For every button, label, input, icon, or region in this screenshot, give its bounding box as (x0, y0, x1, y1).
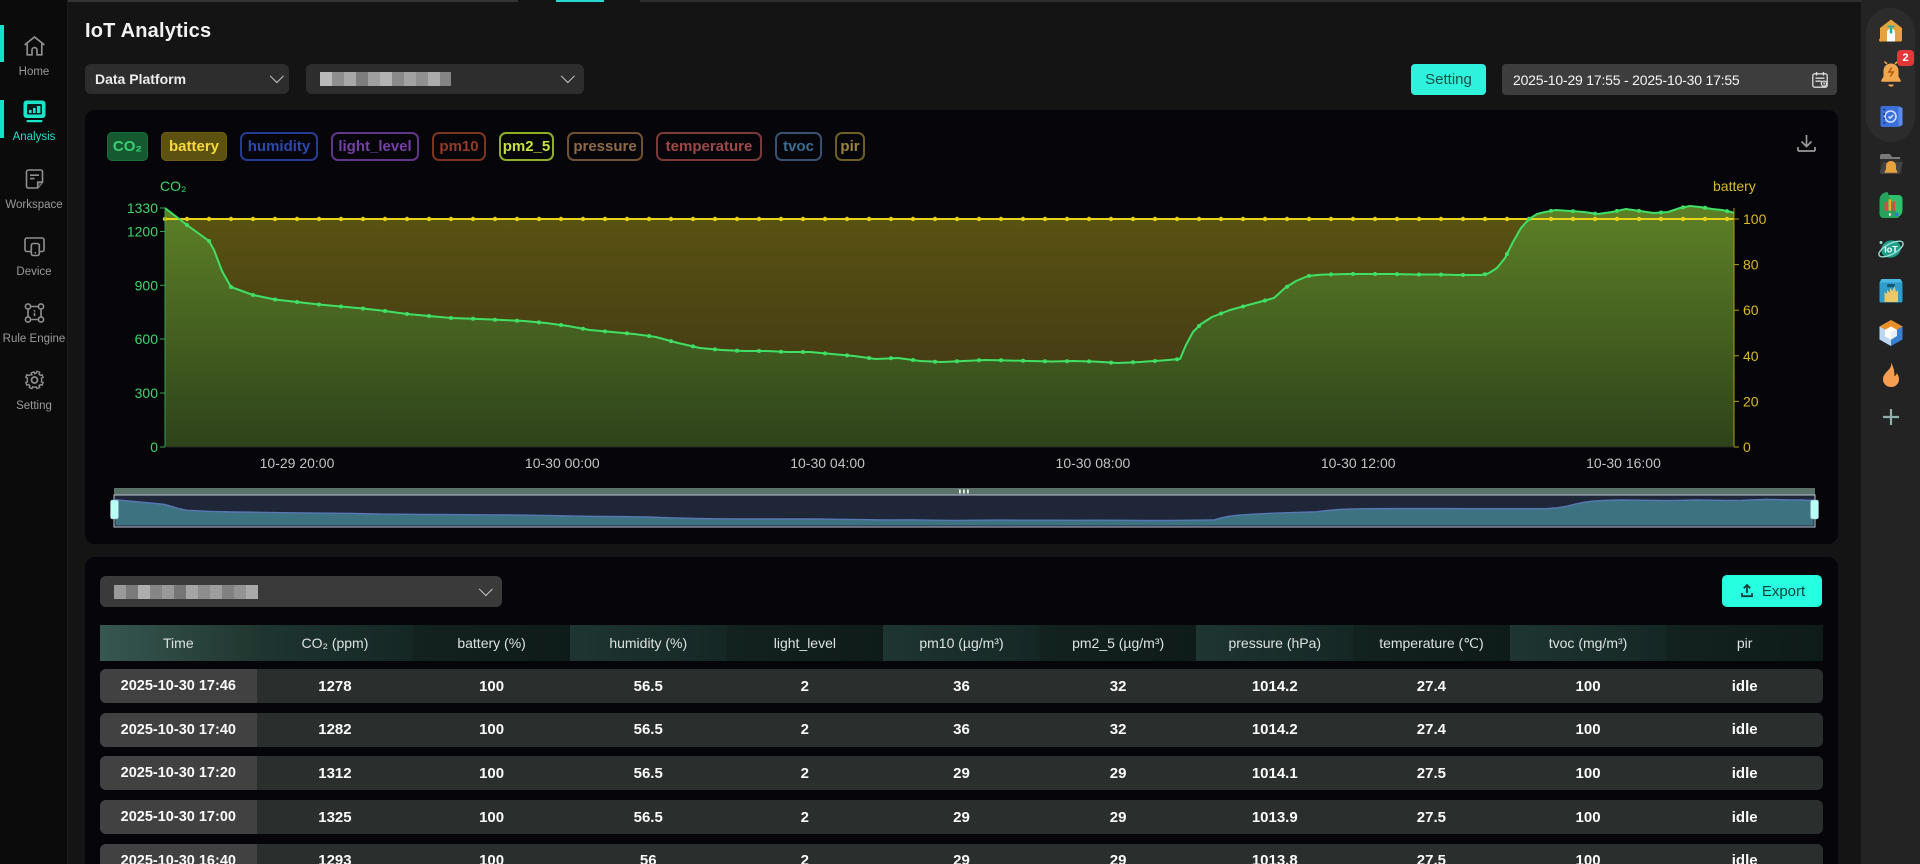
svg-text:20: 20 (1743, 393, 1759, 409)
svg-text:10-29 20:00: 10-29 20:00 (260, 455, 335, 471)
svg-text:10-30 16:00: 10-30 16:00 (1586, 455, 1661, 471)
svg-text:10-30 08:00: 10-30 08:00 (1056, 455, 1131, 471)
svg-text:900: 900 (135, 277, 159, 293)
svg-text:battery: battery (1713, 178, 1756, 194)
svg-text:300: 300 (135, 385, 159, 401)
svg-text:600: 600 (135, 331, 159, 347)
svg-text:1200: 1200 (127, 224, 158, 240)
svg-text:0: 0 (150, 439, 158, 455)
svg-text:0: 0 (1743, 439, 1751, 455)
svg-text:10-30 12:00: 10-30 12:00 (1321, 455, 1396, 471)
svg-text:10-30 00:00: 10-30 00:00 (525, 455, 600, 471)
svg-text:CO₂: CO₂ (160, 178, 186, 194)
svg-text:80: 80 (1743, 257, 1759, 273)
svg-text:40: 40 (1743, 348, 1759, 364)
svg-text:1330: 1330 (127, 200, 158, 216)
svg-text:100: 100 (1743, 211, 1767, 227)
svg-text:60: 60 (1743, 302, 1759, 318)
svg-text:10-30 04:00: 10-30 04:00 (790, 455, 865, 471)
